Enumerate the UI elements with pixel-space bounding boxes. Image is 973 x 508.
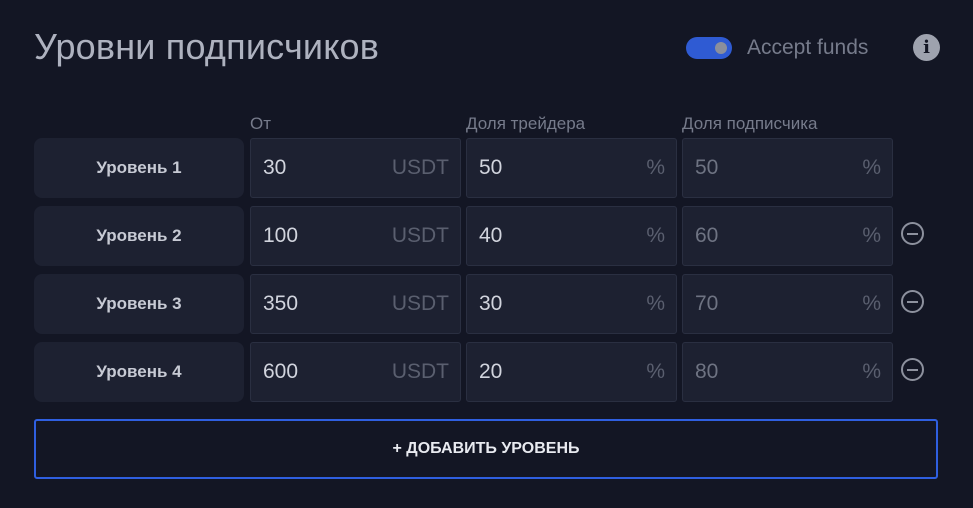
from-value: 100 [263, 224, 299, 247]
level-label: Уровень 4 [34, 342, 244, 402]
trader-share-input[interactable]: 40 % [466, 206, 677, 266]
subscriber-share-value: 60 [695, 224, 719, 247]
column-header-subscriber-share: Доля подписчика [682, 114, 818, 133]
level-label: Уровень 2 [34, 206, 244, 266]
remove-level-icon[interactable] [901, 290, 924, 313]
from-input[interactable]: 600 USDT [250, 342, 461, 402]
level-row: Уровень 3 350 USDT 30 % 70 % [34, 274, 934, 334]
from-unit: USDT [391, 156, 449, 179]
page-title: Уровни подписчиков [34, 26, 380, 67]
from-unit: USDT [391, 292, 449, 315]
trader-share-input[interactable]: 30 % [466, 274, 677, 334]
column-header-from: От [250, 114, 272, 133]
subscriber-share-unit: % [862, 224, 881, 247]
from-value: 350 [263, 292, 299, 315]
from-unit: USDT [391, 224, 449, 247]
level-row: Уровень 2 100 USDT 40 % 60 % [34, 206, 934, 266]
level-row: Уровень 1 30 USDT 50 % 50 % [34, 138, 934, 198]
from-value: 30 [263, 156, 287, 179]
subscriber-share-value: 70 [695, 292, 719, 315]
from-input[interactable]: 30 USDT [250, 138, 461, 198]
trader-share-unit: % [646, 292, 665, 315]
trader-share-unit: % [646, 156, 665, 179]
remove-level-icon[interactable] [901, 358, 924, 381]
accept-funds-toggle[interactable] [686, 37, 732, 59]
level-row: Уровень 4 600 USDT 20 % 80 % [34, 342, 934, 402]
subscriber-share-field: 60 % [682, 206, 893, 266]
from-input[interactable]: 350 USDT [250, 274, 461, 334]
subscriber-share-field: 50 % [682, 138, 893, 198]
add-level-button[interactable]: + ДОБАВИТЬ УРОВЕНЬ [34, 419, 938, 479]
from-unit: USDT [391, 360, 449, 383]
subscriber-share-unit: % [862, 156, 881, 179]
level-label: Уровень 3 [34, 274, 244, 334]
trader-share-unit: % [646, 360, 665, 383]
toggle-knob [715, 42, 727, 54]
trader-share-unit: % [646, 224, 665, 247]
trader-share-value: 40 [479, 224, 503, 247]
subscriber-share-value: 50 [695, 156, 719, 179]
from-value: 600 [263, 360, 299, 383]
from-input[interactable]: 100 USDT [250, 206, 461, 266]
info-icon[interactable]: i [913, 34, 940, 61]
accept-funds-label: Accept funds [747, 36, 869, 59]
trader-share-value: 20 [479, 360, 503, 383]
trader-share-value: 50 [479, 156, 503, 179]
trader-share-input[interactable]: 50 % [466, 138, 677, 198]
remove-level-icon[interactable] [901, 222, 924, 245]
subscriber-share-field: 80 % [682, 342, 893, 402]
column-header-trader-share: Доля трейдера [466, 114, 586, 133]
level-label: Уровень 1 [34, 138, 244, 198]
trader-share-value: 30 [479, 292, 503, 315]
subscriber-share-unit: % [862, 292, 881, 315]
subscriber-share-value: 80 [695, 360, 719, 383]
subscriber-share-unit: % [862, 360, 881, 383]
trader-share-input[interactable]: 20 % [466, 342, 677, 402]
subscriber-share-field: 70 % [682, 274, 893, 334]
